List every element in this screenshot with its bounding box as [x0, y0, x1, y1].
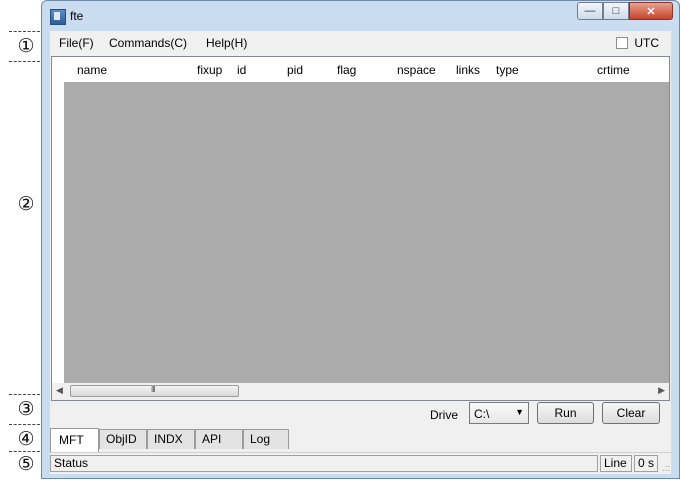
status-text: Status [50, 455, 598, 472]
caption-buttons: — □ ✕ [577, 2, 673, 20]
tab-strip: MFT ObjID INDX API Log [50, 428, 671, 452]
callout-5: ⑤ [17, 453, 35, 475]
records-grid[interactable]: name fixup id pid flag nspace links type… [51, 56, 670, 401]
column-header-nspace[interactable]: nspace [397, 63, 436, 77]
tab-log[interactable]: Log [243, 429, 289, 449]
tab-mft[interactable]: MFT [50, 428, 99, 452]
title-bar[interactable]: fte — □ ✕ [42, 1, 679, 31]
maximize-icon: □ [612, 5, 620, 17]
column-header-flag[interactable]: flag [337, 63, 356, 77]
tab-objid[interactable]: ObjID [99, 429, 147, 449]
callout-divider [9, 424, 40, 425]
clear-button[interactable]: Clear [602, 402, 660, 424]
callout-divider [9, 31, 40, 32]
status-bar: Status Line 0 s .:: [50, 452, 671, 474]
callout-divider [9, 61, 40, 62]
menu-commands[interactable]: Commands(C) [109, 36, 187, 50]
callout-divider [9, 394, 40, 395]
minimize-button[interactable]: — [577, 2, 603, 20]
horizontal-scrollbar[interactable]: ◀ III ▶ [52, 383, 669, 400]
callout-1: ① [17, 35, 35, 57]
utc-label: UTC [634, 36, 659, 50]
callout-4: ④ [17, 428, 35, 450]
grid-header: name fixup id pid flag nspace links type… [52, 57, 669, 83]
resize-grip-icon[interactable]: .:: [662, 463, 670, 473]
column-header-pid[interactable]: pid [287, 63, 303, 77]
column-header-type[interactable]: type [496, 63, 519, 77]
menu-bar: File(F) Commands(C) Help(H) UTC [50, 31, 671, 56]
app-icon [50, 9, 66, 25]
status-time: 0 s [634, 455, 658, 472]
utc-toggle[interactable]: UTC [616, 36, 659, 50]
column-header-links[interactable]: links [456, 63, 480, 77]
tab-indx[interactable]: INDX [147, 429, 195, 449]
tab-api[interactable]: API [195, 429, 243, 449]
controls-row: Drive C:\ ▼ Run Clear [50, 399, 671, 429]
scroll-left-icon[interactable]: ◀ [56, 385, 63, 396]
utc-checkbox[interactable] [616, 37, 629, 49]
menu-file[interactable]: File(F) [59, 36, 94, 50]
scrollbar-thumb[interactable]: III [70, 385, 239, 397]
column-header-fixup[interactable]: fixup [197, 63, 222, 77]
close-button[interactable]: ✕ [629, 2, 673, 20]
row-gutter [52, 82, 64, 383]
app-window: fte — □ ✕ File(F) Commands(C) Help(H) UT… [41, 0, 680, 479]
column-header-id[interactable]: id [237, 63, 246, 77]
callout-2: ② [17, 193, 35, 215]
run-button[interactable]: Run [537, 402, 594, 424]
column-header-name[interactable]: name [77, 63, 107, 77]
status-line: Line [600, 455, 632, 472]
close-icon: ✕ [646, 5, 656, 18]
maximize-button[interactable]: □ [603, 2, 629, 20]
grid-empty-area[interactable] [64, 82, 669, 383]
scroll-right-icon[interactable]: ▶ [658, 385, 665, 396]
menu-help[interactable]: Help(H) [206, 36, 247, 50]
callout-3: ③ [17, 398, 35, 420]
scroll-grip-icon: III [151, 385, 156, 394]
drive-select[interactable]: C:\ ▼ [469, 402, 529, 424]
column-header-crtime[interactable]: crtime [597, 63, 630, 77]
drive-label: Drive [430, 408, 459, 422]
minimize-icon: — [584, 5, 596, 17]
chevron-down-icon: ▼ [515, 407, 524, 417]
client-area: File(F) Commands(C) Help(H) UTC name fix… [50, 31, 671, 474]
drive-select-value: C:\ [474, 407, 490, 421]
window-title: fte [70, 9, 84, 23]
